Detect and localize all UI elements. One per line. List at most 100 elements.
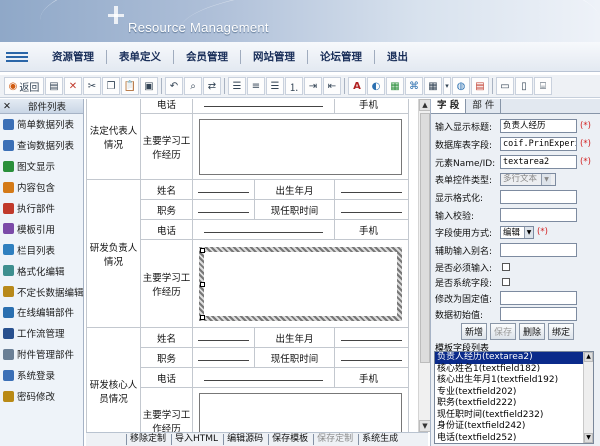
remove-custom-button[interactable]: 移除定制 [126,434,169,445]
sidebar-item[interactable]: 格式化编辑 [0,260,83,281]
sidebar-item[interactable]: 图文显示 [0,156,83,177]
paste-text-icon[interactable]: ▣ [140,77,158,95]
scroll-thumb[interactable] [420,113,430,363]
undo-icon[interactable]: ↶ [165,77,183,95]
field-list-item[interactable]: 负责人经历(textarea2) [435,352,593,364]
field-list-item[interactable]: 电话(textfield252) [435,433,593,444]
field-list-item[interactable]: 核心姓名1(textfield182) [435,364,593,376]
menu-site-management[interactable]: 网站管理 [241,49,308,64]
field-list-item[interactable]: 核心出生年月1(textfield192) [435,375,593,387]
system-checkbox[interactable] [502,278,510,286]
preview-icon[interactable]: ⌸ [534,77,552,95]
input-check-input[interactable] [500,208,577,222]
resize-handle[interactable] [200,314,205,320]
hire-time-field[interactable] [340,204,403,213]
save-template-button[interactable]: 保存模板 [268,434,311,445]
display-format-input[interactable] [500,190,577,204]
layer-icon[interactable]: ▯ [515,77,533,95]
field-list-item[interactable]: 职务(textfield222) [435,398,593,410]
resume-textarea[interactable] [199,392,402,432]
paste-icon[interactable]: 📋 [121,77,139,95]
phone-field[interactable] [204,372,323,381]
globe-icon[interactable]: ◍ [452,77,470,95]
list-scrollbar[interactable]: ▲ ▼ [583,352,593,443]
usage-select[interactable]: 编辑 ▼ [500,225,534,239]
image-icon[interactable]: ▤ [471,77,489,95]
cut-icon[interactable]: ✂ [83,77,101,95]
sidebar-item[interactable]: 不定长数据编辑 [0,281,84,302]
post-field[interactable] [197,352,250,361]
resize-handle[interactable] [200,247,205,253]
sidebar-item[interactable]: 在线编辑部件 [0,302,83,323]
field-list-item[interactable]: 专业(textfield202) [435,387,593,399]
sidebar-item[interactable]: 查询数据列表 [0,135,83,156]
resize-handle[interactable] [200,281,205,287]
fixed-input[interactable] [500,291,577,305]
db-field-input[interactable]: coif.PrinExperie [500,137,577,151]
delete-icon[interactable]: ✕ [64,77,82,95]
back-button[interactable]: ◉ 返回 [4,77,44,95]
find-icon[interactable]: ⌕ [184,77,202,95]
import-html-button[interactable]: 导入HTML [171,434,221,445]
copy-icon[interactable]: ❐ [102,77,120,95]
menu-exit[interactable]: 退出 [375,50,420,64]
sidebar-item[interactable]: 工作流管理 [0,323,83,344]
form-canvas[interactable]: 法定代表人情况 电话 手机 主要学习工作经历 研发负责人情况 姓名 出生年月 职… [86,99,428,432]
initial-input[interactable] [500,307,577,321]
sidebar-item[interactable]: 模板引用 [0,218,83,239]
birth-field[interactable] [340,332,403,341]
system-generate-button[interactable]: 系统生成 [358,434,401,445]
field-list-item[interactable]: 身份证(textfield242) [435,421,593,433]
delete-button[interactable]: 删除 [519,323,546,340]
scroll-down-icon[interactable]: ▼ [584,433,593,443]
resume-textarea[interactable] [199,118,402,175]
required-checkbox[interactable] [502,263,510,271]
insert-table-icon[interactable]: ▦ [424,77,442,95]
menu-form-definition[interactable]: 表单定义 [107,49,174,64]
sidebar-item[interactable]: 栏目列表 [0,239,83,260]
post-field[interactable] [197,204,250,213]
highlight-icon[interactable]: ◐ [367,77,385,95]
form-icon[interactable]: ▭ [496,77,514,95]
dropdown-arrow-icon[interactable]: ▾ [443,77,451,95]
menu-resource-management[interactable]: 资源管理 [40,49,107,64]
scroll-up-icon[interactable]: ▲ [584,352,593,362]
numbered-list-icon[interactable]: ⒈ [285,77,303,95]
align-left-icon[interactable]: ☰ [228,77,246,95]
close-icon[interactable]: ✕ [0,101,14,112]
element-input[interactable]: textarea2 [500,155,577,169]
phone-field[interactable] [204,224,323,233]
tab-components[interactable]: 部 件 [466,99,502,113]
align-right-icon[interactable]: ☰ [266,77,284,95]
outdent-icon[interactable]: ⇤ [323,77,341,95]
hire-time-field[interactable] [340,352,403,361]
sidebar-item[interactable]: 附件管理部件 [0,344,83,365]
resume-textarea-selected[interactable] [199,246,402,321]
insert-image-icon[interactable]: ▦ [386,77,404,95]
sidebar-item[interactable]: 密码修改 [0,386,83,407]
select-all-icon[interactable]: ▤ [45,77,63,95]
control-type-select[interactable]: 多行文本 ▼ [500,172,556,186]
align-center-icon[interactable]: ≡ [247,77,265,95]
form-scrollbar[interactable]: ▲ ▼ [418,99,431,432]
menu-member-management[interactable]: 会员管理 [174,49,241,64]
sidebar-item[interactable]: 简单数据列表 [0,114,83,135]
bind-button[interactable]: 绑定 [548,323,575,340]
add-button[interactable]: 新增 [461,323,488,340]
name-field[interactable] [197,332,250,341]
template-field-list[interactable]: 负责人经历(textarea2) 核心姓名1(textfield182) 核心出生年… [434,351,594,444]
tab-fields[interactable]: 字 段 [431,99,467,113]
insert-link-icon[interactable]: ⌘ [405,77,423,95]
sidebar-item[interactable]: 执行部件 [0,198,83,219]
field-list-item[interactable]: 现任职时间(textfield232) [435,410,593,422]
replace-icon[interactable]: ⇄ [203,77,221,95]
sidebar-item[interactable]: 内容包含 [0,177,83,198]
save-button[interactable]: 保存 [490,323,517,340]
menu-forum-management[interactable]: 论坛管理 [308,49,375,64]
birth-field[interactable] [340,184,403,193]
phone-field[interactable] [204,99,323,107]
indent-icon[interactable]: ⇥ [304,77,322,95]
display-title-input[interactable]: 负责人经历 [500,119,577,133]
text-color-icon[interactable]: A [348,77,366,95]
alias-input[interactable] [500,243,577,257]
